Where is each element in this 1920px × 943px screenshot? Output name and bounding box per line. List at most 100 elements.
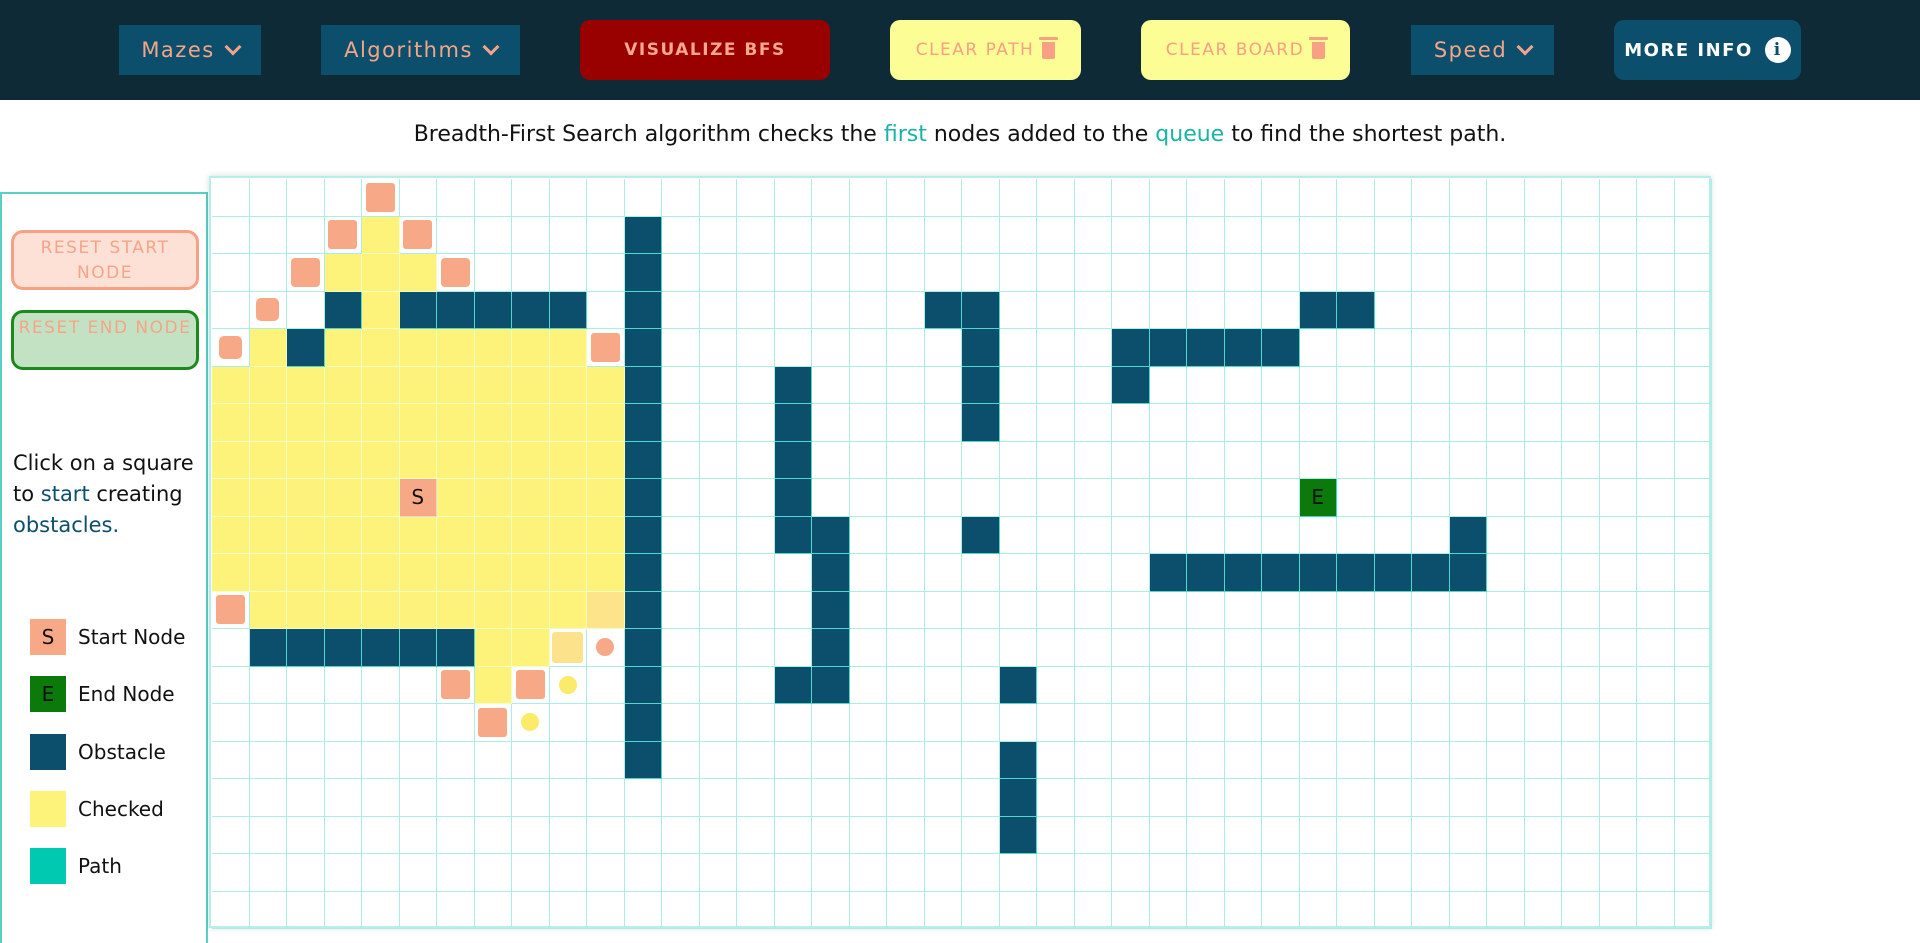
grid-cell[interactable] bbox=[1112, 291, 1150, 329]
grid-cell[interactable] bbox=[1637, 554, 1675, 592]
grid-cell[interactable] bbox=[1674, 179, 1712, 217]
grid-cell[interactable] bbox=[774, 216, 812, 254]
grid-cell[interactable] bbox=[1412, 479, 1450, 517]
grid-cell[interactable] bbox=[1112, 591, 1150, 629]
grid-cell[interactable] bbox=[849, 779, 887, 817]
grid-cell[interactable] bbox=[737, 591, 775, 629]
grid-cell[interactable] bbox=[849, 254, 887, 292]
grid-cell[interactable] bbox=[1599, 179, 1637, 217]
grid-cell[interactable] bbox=[1187, 216, 1225, 254]
grid-cell[interactable] bbox=[287, 779, 325, 817]
grid-cell[interactable] bbox=[1337, 629, 1375, 667]
obstacle-cell[interactable] bbox=[774, 666, 812, 704]
checked-cell[interactable] bbox=[437, 404, 475, 442]
obstacle-cell[interactable] bbox=[999, 816, 1037, 854]
obstacle-cell[interactable] bbox=[1187, 329, 1225, 367]
grid-cell[interactable] bbox=[662, 479, 700, 517]
grid-cell[interactable] bbox=[1449, 254, 1487, 292]
grid-cell[interactable] bbox=[812, 366, 850, 404]
grid-cell[interactable] bbox=[249, 741, 287, 779]
grid-cell[interactable] bbox=[1262, 479, 1300, 517]
grid-cell[interactable] bbox=[1112, 816, 1150, 854]
grid-cell[interactable] bbox=[812, 816, 850, 854]
grid-cell[interactable] bbox=[437, 891, 475, 929]
grid-cell[interactable] bbox=[1524, 179, 1562, 217]
grid-cell[interactable] bbox=[849, 666, 887, 704]
grid-cell[interactable] bbox=[1262, 366, 1300, 404]
grid-cell[interactable] bbox=[1262, 704, 1300, 742]
grid-cell[interactable] bbox=[1262, 741, 1300, 779]
grid-cell[interactable] bbox=[474, 741, 512, 779]
grid-cell[interactable] bbox=[924, 779, 962, 817]
grid-cell[interactable] bbox=[249, 666, 287, 704]
grid-cell[interactable] bbox=[1262, 516, 1300, 554]
grid-cell[interactable] bbox=[1262, 216, 1300, 254]
grid-cell[interactable] bbox=[1337, 329, 1375, 367]
grid-cell[interactable] bbox=[1037, 854, 1075, 892]
grid-cell[interactable] bbox=[699, 779, 737, 817]
grid-cell[interactable] bbox=[399, 779, 437, 817]
obstacle-cell[interactable] bbox=[399, 291, 437, 329]
grid-cell[interactable] bbox=[1149, 179, 1187, 217]
grid-cell[interactable] bbox=[1637, 516, 1675, 554]
frontier-cell[interactable] bbox=[212, 591, 250, 629]
grid-cell[interactable] bbox=[962, 816, 1000, 854]
grid-cell[interactable] bbox=[887, 479, 925, 517]
checked-cell[interactable] bbox=[399, 329, 437, 367]
grid-cell[interactable] bbox=[849, 329, 887, 367]
grid-cell[interactable] bbox=[399, 666, 437, 704]
obstacle-cell[interactable] bbox=[624, 666, 662, 704]
grid-cell[interactable] bbox=[999, 329, 1037, 367]
grid-cell[interactable] bbox=[287, 216, 325, 254]
grid-cell[interactable] bbox=[924, 816, 962, 854]
grid-cell[interactable] bbox=[1262, 404, 1300, 442]
grid-cell[interactable] bbox=[1112, 516, 1150, 554]
grid-cell[interactable] bbox=[1187, 666, 1225, 704]
checked-cell[interactable] bbox=[324, 404, 362, 442]
grid-cell[interactable] bbox=[324, 741, 362, 779]
algorithms-dropdown[interactable]: Algorithms bbox=[321, 25, 520, 75]
grid-cell[interactable] bbox=[324, 854, 362, 892]
grid-cell[interactable] bbox=[1224, 291, 1262, 329]
grid-cell[interactable] bbox=[1524, 741, 1562, 779]
grid-cell[interactable] bbox=[1674, 629, 1712, 667]
grid-cell[interactable] bbox=[774, 816, 812, 854]
grid-cell[interactable] bbox=[1074, 216, 1112, 254]
grid-cell[interactable] bbox=[1487, 891, 1525, 929]
grid-cell[interactable] bbox=[1449, 891, 1487, 929]
checked-cell[interactable] bbox=[474, 404, 512, 442]
grid-cell[interactable] bbox=[1037, 404, 1075, 442]
grid-cell[interactable] bbox=[849, 741, 887, 779]
grid-cell[interactable] bbox=[212, 179, 250, 217]
obstacle-cell[interactable] bbox=[1262, 554, 1300, 592]
checked-cell[interactable] bbox=[437, 329, 475, 367]
checked-cell[interactable] bbox=[512, 591, 550, 629]
checked-cell[interactable] bbox=[324, 591, 362, 629]
grid-cell[interactable] bbox=[849, 554, 887, 592]
checked-cell[interactable] bbox=[437, 441, 475, 479]
grid-cell[interactable] bbox=[737, 216, 775, 254]
grid-cell[interactable] bbox=[699, 591, 737, 629]
grid-cell[interactable] bbox=[1562, 591, 1600, 629]
grid-cell[interactable] bbox=[1674, 779, 1712, 817]
frontier-cell[interactable] bbox=[587, 329, 625, 367]
grid-cell[interactable] bbox=[624, 779, 662, 817]
grid-cell[interactable] bbox=[999, 441, 1037, 479]
grid-cell[interactable] bbox=[849, 479, 887, 517]
grid-cell[interactable] bbox=[399, 891, 437, 929]
checked-cell[interactable] bbox=[399, 591, 437, 629]
grid-cell[interactable] bbox=[737, 329, 775, 367]
grid-cell[interactable] bbox=[1562, 516, 1600, 554]
grid-cell[interactable] bbox=[999, 291, 1037, 329]
grid-cell[interactable] bbox=[287, 179, 325, 217]
grid-cell[interactable] bbox=[1599, 329, 1637, 367]
grid-cell[interactable] bbox=[1487, 629, 1525, 667]
checked-cell[interactable] bbox=[362, 216, 400, 254]
grid-cell[interactable] bbox=[1149, 479, 1187, 517]
grid-cell[interactable] bbox=[887, 291, 925, 329]
mazes-dropdown[interactable]: Mazes bbox=[119, 25, 261, 75]
grid-cell[interactable] bbox=[1524, 591, 1562, 629]
start-node[interactable]: S bbox=[399, 479, 437, 517]
checked-cell[interactable] bbox=[324, 441, 362, 479]
grid-cell[interactable] bbox=[924, 554, 962, 592]
